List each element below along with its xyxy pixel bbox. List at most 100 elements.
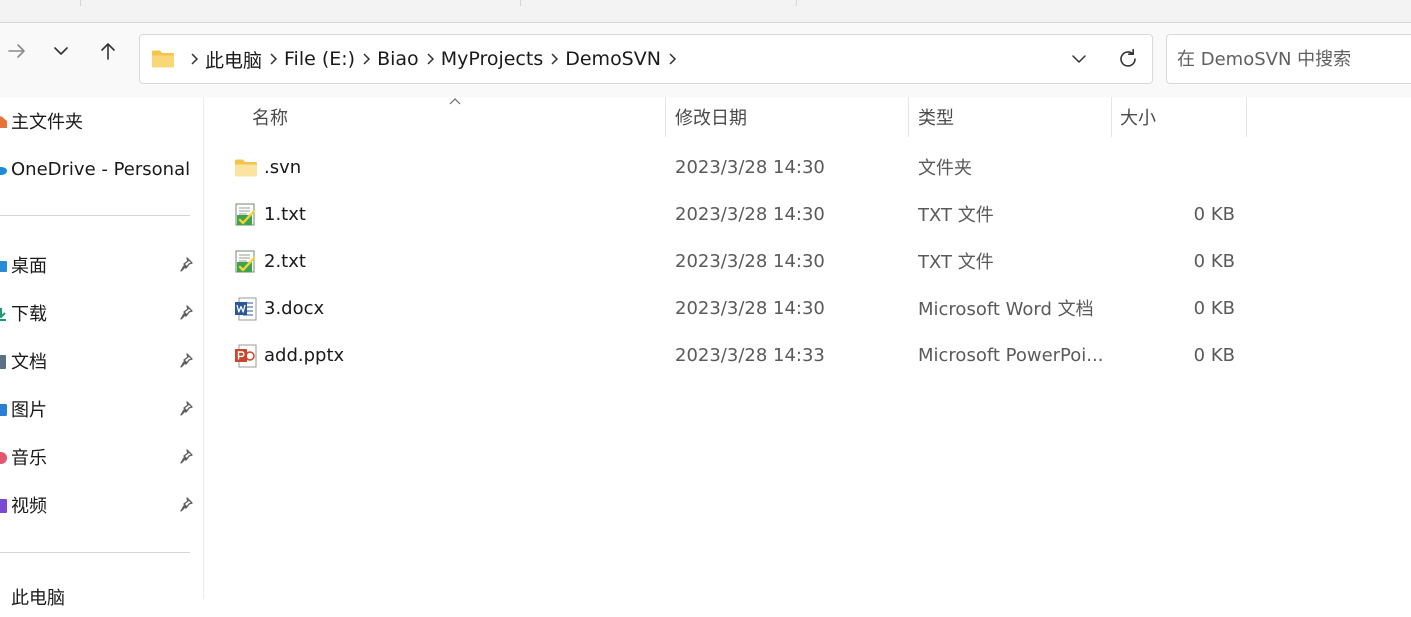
tab-divider: [520, 0, 521, 6]
breadcrumb-separator[interactable]: [355, 35, 377, 83]
sidebar-item-downloads[interactable]: 下载: [0, 293, 204, 333]
file-list: 名称 修改日期 类型 大小 .svn 2023/3/28 14:30 文件夹 1…: [204, 97, 1411, 599]
breadcrumb-separator[interactable]: [262, 35, 284, 83]
file-modified-date: 2023/3/28 14:30: [675, 250, 825, 272]
search-input[interactable]: [1177, 48, 1407, 70]
document-icon: [0, 355, 6, 369]
file-modified-date: 2023/3/28 14:33: [675, 344, 825, 366]
breadcrumb-item-demosvn[interactable]: DemoSVN: [565, 48, 661, 70]
powerpoint-icon: [235, 344, 257, 368]
refresh-button[interactable]: [1112, 43, 1144, 75]
chevron-right-icon: [363, 53, 371, 65]
chevron-right-icon: [669, 53, 677, 65]
sidebar-item-label: 此电脑: [11, 588, 65, 609]
file-modified-date: 2023/3/28 14:30: [675, 203, 825, 225]
file-row[interactable]: 2.txt 2023/3/28 14:30 TXT 文件 0 KB: [224, 238, 1254, 284]
pin-icon[interactable]: [178, 400, 196, 418]
sidebar-item-label: 文档: [11, 352, 47, 373]
column-header-date[interactable]: 修改日期: [675, 97, 747, 137]
column-header-type[interactable]: 类型: [918, 97, 954, 137]
column-divider[interactable]: [1246, 97, 1247, 137]
sidebar-item-label: 图片: [11, 400, 47, 421]
folder-icon: [235, 159, 257, 177]
breadcrumb-item-myprojects[interactable]: MyProjects: [441, 48, 544, 70]
sidebar-item-music[interactable]: 音乐: [0, 437, 204, 477]
sidebar-item-pictures[interactable]: 图片: [0, 389, 204, 429]
arrow-right-icon: [8, 44, 25, 58]
address-history-dropdown[interactable]: [1064, 43, 1094, 75]
navigation-pane: 主文件夹 OneDrive - Personal 桌面 下载 文档 图片 音乐 …: [0, 97, 204, 609]
tab-divider: [796, 0, 797, 6]
chevron-right-icon: [427, 53, 434, 65]
breadcrumb-separator[interactable]: [661, 35, 683, 83]
column-header-size[interactable]: 大小: [1120, 97, 1156, 137]
search-box[interactable]: [1166, 34, 1411, 84]
address-bar[interactable]: 此电脑 File (E:) Biao MyProjects DemoSVN: [139, 34, 1153, 84]
file-name: .svn: [264, 156, 302, 178]
file-size: 0 KB: [1193, 250, 1235, 272]
pin-icon[interactable]: [178, 256, 196, 274]
file-row[interactable]: .svn 2023/3/28 14:30 文件夹: [224, 144, 1254, 190]
file-name: 3.docx: [264, 297, 325, 319]
column-divider[interactable]: [908, 97, 909, 137]
sidebar-item-label: OneDrive - Personal: [11, 158, 191, 180]
breadcrumb-item-biao[interactable]: Biao: [377, 48, 419, 70]
breadcrumb-separator[interactable]: [543, 35, 565, 83]
svn-txt-icon: [235, 250, 256, 273]
file-type: TXT 文件: [918, 252, 994, 273]
recent-locations-button[interactable]: [44, 34, 78, 68]
folder-icon: [152, 50, 174, 68]
word-icon: [235, 297, 257, 321]
file-name: add.pptx: [264, 344, 345, 366]
file-type: 文件夹: [918, 158, 972, 179]
pin-icon[interactable]: [178, 496, 196, 514]
home-icon: [0, 116, 7, 128]
cloud-icon: [0, 167, 7, 175]
svn-txt-icon: [235, 203, 256, 226]
tab-strip: [0, 0, 1411, 23]
sidebar-divider: [0, 215, 190, 216]
sidebar-item-onedrive[interactable]: OneDrive - Personal: [0, 149, 204, 189]
file-modified-date: 2023/3/28 14:30: [675, 297, 825, 319]
pin-icon[interactable]: [178, 352, 196, 370]
video-icon: [0, 499, 7, 513]
sidebar-item-label: 桌面: [11, 256, 47, 277]
column-divider[interactable]: [665, 97, 666, 137]
file-size: 0 KB: [1193, 203, 1235, 225]
sidebar-item-this-pc[interactable]: 此电脑: [0, 577, 204, 617]
file-modified-date: 2023/3/28 14:30: [675, 156, 825, 178]
desktop-icon: [0, 261, 7, 272]
sidebar-item-home[interactable]: 主文件夹: [0, 101, 204, 141]
breadcrumb-separator: [183, 35, 205, 83]
sidebar-divider: [0, 552, 190, 553]
sidebar-item-videos[interactable]: 视频: [0, 485, 204, 525]
file-name: 2.txt: [264, 250, 306, 272]
chevron-down-icon: [54, 47, 68, 55]
chevron-right-icon: [270, 53, 278, 65]
arrow-up-icon: [101, 43, 115, 60]
file-size: 0 KB: [1193, 344, 1235, 366]
up-button[interactable]: [91, 34, 125, 68]
column-divider[interactable]: [1111, 97, 1112, 137]
breadcrumb-item-drive[interactable]: File (E:): [284, 48, 355, 70]
chevron-right-icon: [551, 53, 559, 65]
sidebar-item-documents[interactable]: 文档: [0, 341, 204, 381]
music-icon: [0, 452, 7, 464]
forward-button[interactable]: [0, 34, 34, 68]
pin-icon[interactable]: [178, 448, 196, 466]
file-type: Microsoft Word 文档: [918, 299, 1094, 320]
sidebar-item-desktop[interactable]: 桌面: [0, 245, 204, 285]
breadcrumb-separator[interactable]: [419, 35, 441, 83]
pin-icon[interactable]: [178, 304, 196, 322]
breadcrumb-item-this-pc[interactable]: 此电脑: [205, 46, 262, 73]
refresh-icon: [1120, 49, 1136, 67]
file-size: [1120, 144, 1235, 190]
file-row[interactable]: 3.docx 2023/3/28 14:30 Microsoft Word 文档…: [224, 285, 1254, 331]
breadcrumb: 此电脑 File (E:) Biao MyProjects DemoSVN: [140, 35, 683, 83]
column-header-name[interactable]: 名称: [252, 97, 288, 137]
chevron-right-icon: [191, 53, 199, 65]
file-type: TXT 文件: [918, 205, 994, 226]
file-type: Microsoft PowerPoi...: [918, 344, 1104, 366]
file-row[interactable]: 1.txt 2023/3/28 14:30 TXT 文件 0 KB: [224, 191, 1254, 237]
file-row[interactable]: add.pptx 2023/3/28 14:33 Microsoft Power…: [224, 332, 1254, 378]
